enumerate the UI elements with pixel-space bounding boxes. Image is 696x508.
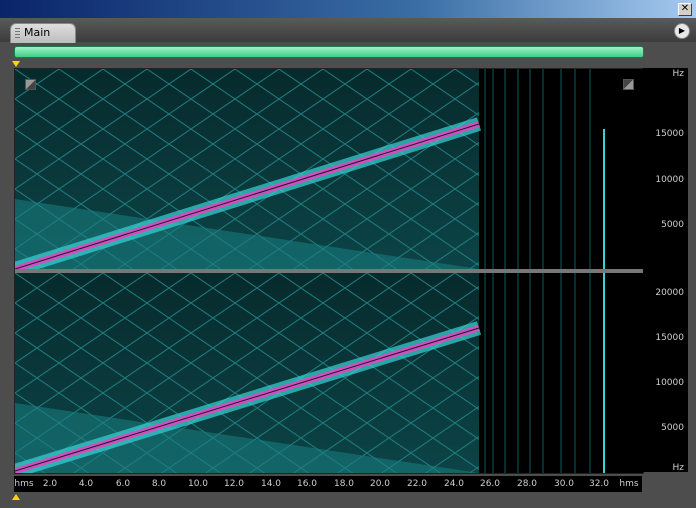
tab-main[interactable]: Main: [10, 23, 76, 43]
time-tick-30: 30.0: [553, 479, 575, 489]
freq-label-top-5000: 5000: [661, 220, 684, 230]
channel-top-right-toggle[interactable]: [623, 79, 634, 90]
time-tick-24: 24.0: [443, 479, 465, 489]
freq-label-bottom-5000: 5000: [661, 423, 684, 433]
time-tick-14: 14.0: [260, 479, 282, 489]
window-titlebar: ✕: [0, 0, 696, 18]
time-tick-6: 6.0: [115, 479, 131, 489]
time-tick-22: 22.0: [406, 479, 428, 489]
time-tick-18: 18.0: [333, 479, 355, 489]
freq-label-top-10000: 10000: [655, 175, 684, 185]
close-icon[interactable]: ✕: [678, 3, 692, 16]
time-unit-left: hms: [14, 479, 34, 489]
time-tick-28: 28.0: [516, 479, 538, 489]
tab-main-label: Main: [24, 26, 51, 39]
time-tick-4: 4.0: [78, 479, 94, 489]
time-tick-20: 20.0: [369, 479, 391, 489]
freq-label-bottom-15000: 15000: [655, 333, 684, 343]
frequency-axis: Hz 15000 10000 5000 20000 15000 10000 50…: [643, 68, 688, 473]
time-tick-8: 8.0: [151, 479, 167, 489]
time-unit-right: hms: [619, 479, 639, 489]
time-ruler[interactable]: hms 2.0 4.0 6.0 8.0 10.0 12.0 14.0 16.0 …: [14, 476, 642, 492]
spectrogram-channel-top[interactable]: [15, 69, 643, 269]
freq-label-bottom-20000: 20000: [655, 288, 684, 298]
freq-label-bottom-10000: 10000: [655, 378, 684, 388]
spectrogram-display[interactable]: [14, 68, 644, 474]
time-tick-32: 32.0: [588, 479, 610, 489]
grip-icon: [15, 28, 20, 39]
time-tick-2: 2.0: [42, 479, 58, 489]
tab-bar: Main ▶: [0, 18, 696, 43]
time-tick-26: 26.0: [479, 479, 501, 489]
playhead-start-marker[interactable]: [12, 61, 20, 67]
freq-label-top-15000: 15000: [655, 129, 684, 139]
panel-menu-button[interactable]: ▶: [674, 23, 690, 39]
progress-bar: [14, 46, 644, 58]
time-tick-16: 16.0: [296, 479, 318, 489]
freq-label-top-unit: Hz: [672, 69, 685, 79]
freq-label-bottom-unit: Hz: [672, 463, 685, 473]
time-tick-12: 12.0: [223, 479, 245, 489]
channel-top-left-toggle[interactable]: [25, 79, 36, 90]
spectrogram-channel-bottom[interactable]: [15, 273, 643, 473]
time-tick-10: 10.0: [187, 479, 209, 489]
spectrogram-bottom-graphic: [15, 273, 605, 473]
playhead-end-marker[interactable]: [12, 494, 20, 500]
spectrogram-top-graphic: [15, 69, 605, 269]
